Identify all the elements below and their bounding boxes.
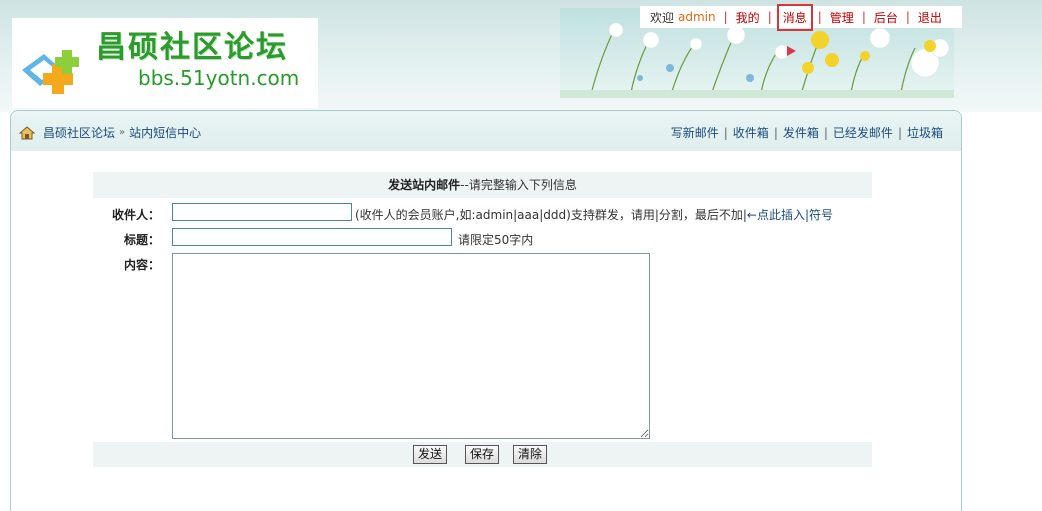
separator: | [823, 126, 828, 140]
recipient-hint: (收件人的会员账户,如:admin|aaa|ddd)支持群发，请用|分割，最后不… [355, 206, 833, 223]
subject-hint: 请限定50字内 [458, 233, 534, 247]
separator: | [897, 126, 902, 140]
clear-button[interactable]: 清除 [513, 445, 548, 464]
username[interactable]: admin [678, 10, 716, 24]
breadcrumb: 昌硕社区论坛 » 站内短信中心 [19, 124, 201, 141]
separator: | [861, 10, 866, 24]
nav-manage[interactable]: 管理 [830, 9, 854, 26]
breadcrumb-forum-link[interactable]: 昌硕社区论坛 [43, 124, 115, 141]
insert-separator-link[interactable]: ←点此插入|符号 [747, 208, 833, 222]
logo-mark-icon [22, 50, 79, 94]
content-label: 内容： [123, 258, 160, 272]
mail-nav: 写新邮件 | 收件箱 | 发件箱 | 已经发邮件 | 垃圾箱 [671, 124, 943, 141]
breadcrumb-arrow: » [119, 127, 126, 138]
nav-admin[interactable]: 后台 [874, 9, 898, 26]
breadcrumb-bar: 昌硕社区论坛 » 站内短信中心 写新邮件 | 收件箱 | 发件箱 | 已经发邮件 | 垃圾箱 [11, 111, 961, 151]
subject-label: 标题： [123, 233, 160, 247]
home-icon[interactable] [19, 125, 35, 140]
mail-nav-compose[interactable]: 写新邮件 [671, 126, 719, 140]
separator: | [767, 10, 772, 24]
logo-url: bbs.51yotn.com [138, 66, 300, 90]
separator: | [773, 126, 778, 140]
content-textarea[interactable] [172, 253, 650, 439]
site-logo[interactable]: 昌硕社区论坛 bbs.51yotn.com [12, 18, 318, 108]
mail-nav-outbox[interactable]: 发件箱 [783, 126, 819, 140]
welcome-text: 欢迎 [650, 10, 675, 25]
send-button[interactable]: 发送 [413, 445, 448, 464]
top-nav: 欢迎 admin | 我的 | 消息 | 管理 | 后台 | 退出 [640, 3, 962, 31]
form-heading-title: 发送站内邮件 [388, 178, 461, 192]
nav-mine[interactable]: 我的 [736, 9, 760, 26]
save-button[interactable]: 保存 [465, 445, 500, 464]
mail-nav-trash[interactable]: 垃圾箱 [907, 126, 943, 140]
breadcrumb-pm-center-link[interactable]: 站内短信中心 [129, 124, 201, 141]
separator: | [723, 126, 728, 140]
nav-logout[interactable]: 退出 [918, 9, 942, 26]
recipient-hint-text: (收件人的会员账户,如:admin|aaa|ddd)支持群发，请用|分割，最后不… [355, 208, 747, 222]
nav-messages[interactable]: 消息 [776, 3, 813, 31]
pointer-triangle-icon [787, 46, 796, 56]
recipient-input[interactable] [172, 203, 352, 221]
mail-nav-inbox[interactable]: 收件箱 [733, 126, 769, 140]
separator: | [723, 10, 728, 24]
subject-input[interactable] [172, 228, 452, 246]
form-heading: 发送站内邮件--请完整输入下列信息 [93, 172, 872, 198]
logo-title: 昌硕社区论坛 [96, 30, 288, 65]
recipient-label: 收件人： [111, 208, 160, 222]
separator: | [905, 10, 910, 24]
separator: | [817, 10, 822, 24]
form-heading-note: --请完整输入下列信息 [460, 178, 577, 192]
mail-nav-sent[interactable]: 已经发邮件 [833, 126, 893, 140]
